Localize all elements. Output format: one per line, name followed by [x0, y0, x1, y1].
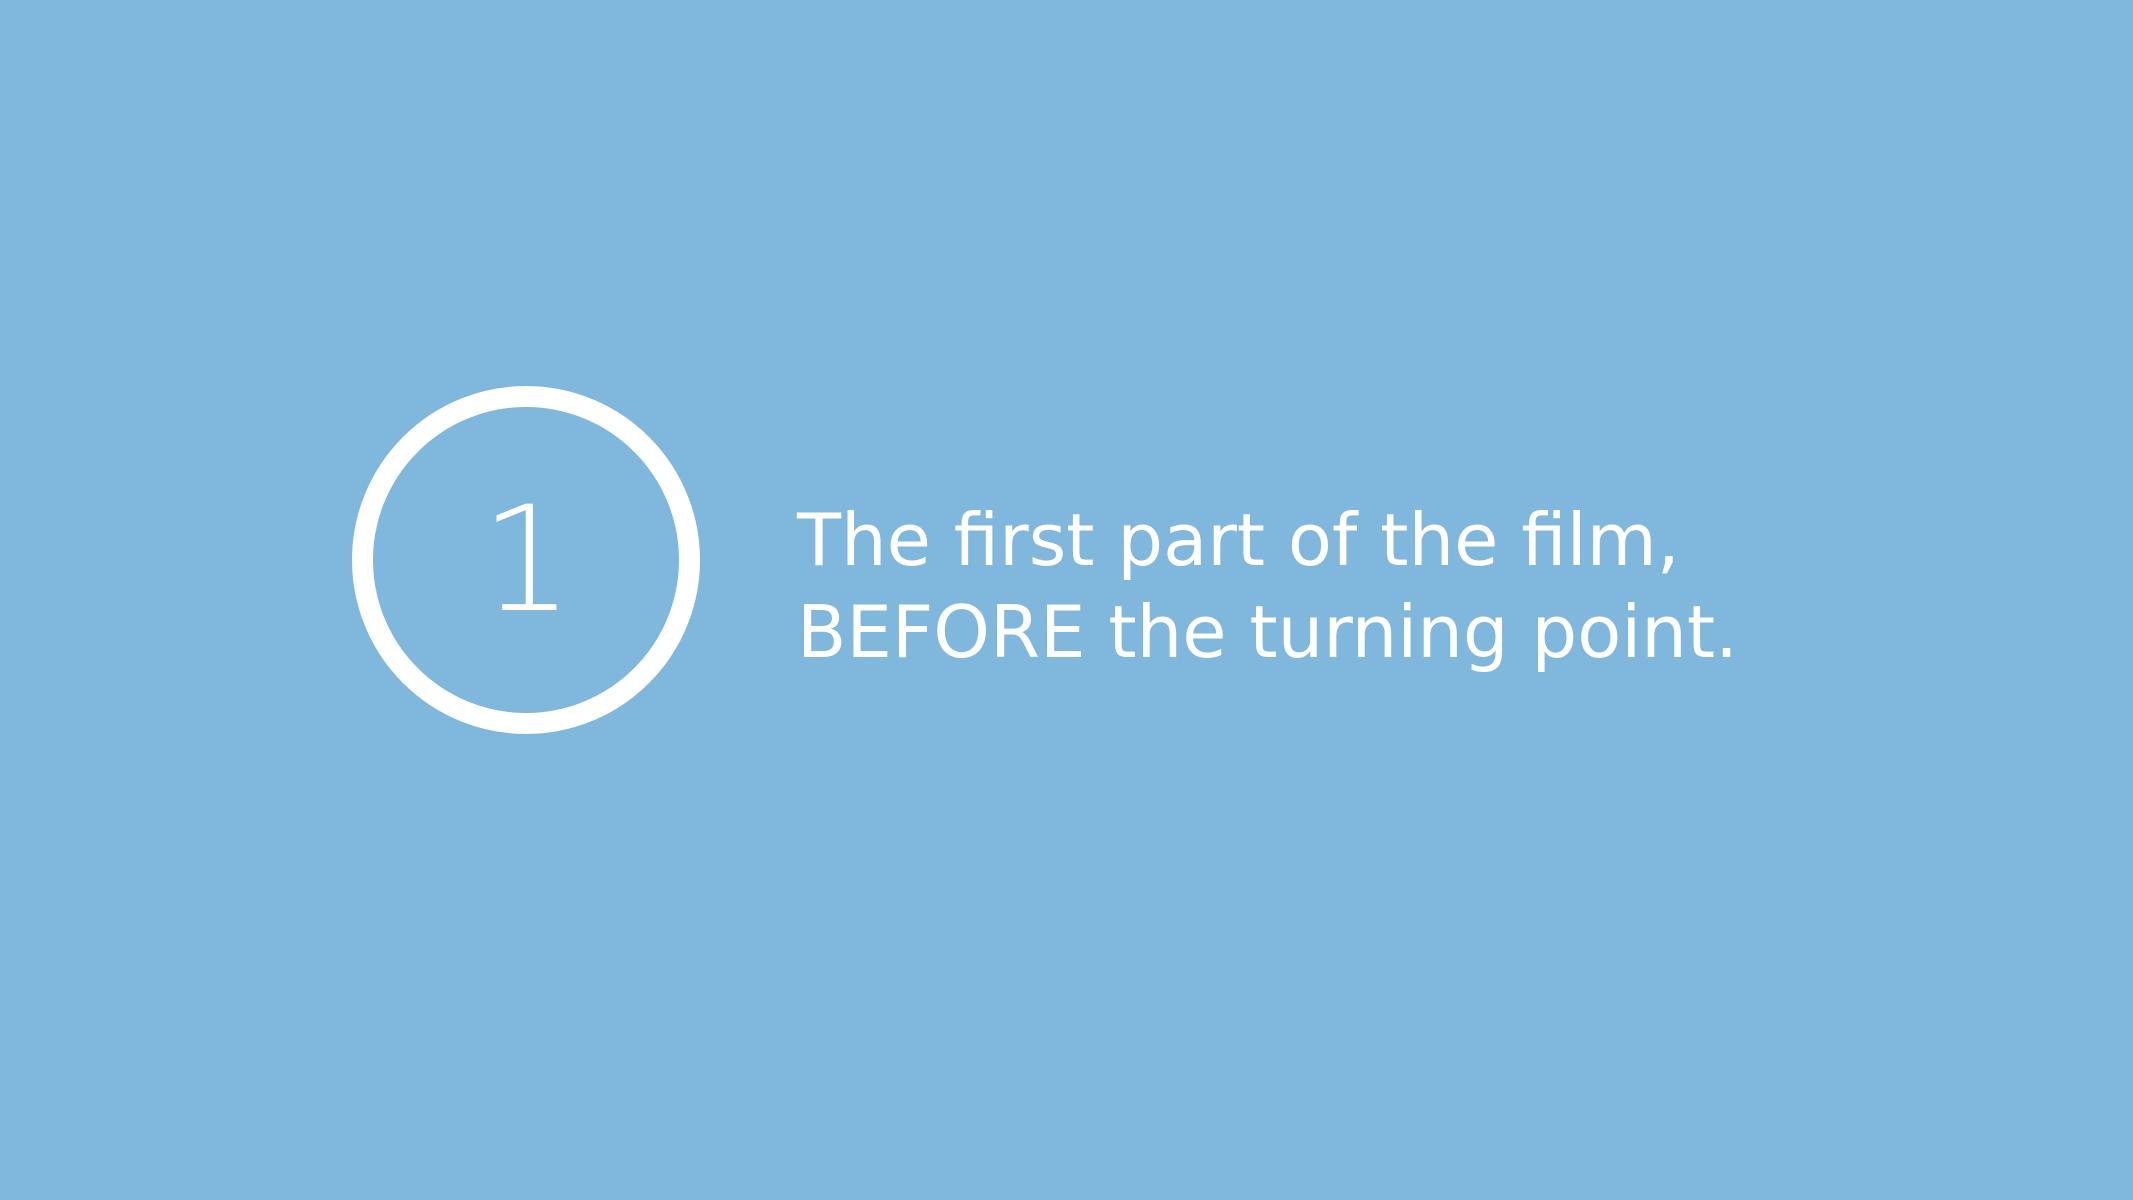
slide: 1 The first part of the film, BEFORE the… — [0, 0, 2133, 1200]
slide-text-line-2: BEFORE the turning point. — [797, 590, 1738, 674]
step-number: 1 — [480, 475, 574, 645]
slide-text: The first part of the film, BEFORE the t… — [797, 494, 1738, 678]
slide-text-line-1: The first part of the film, — [797, 498, 1680, 582]
step-number-circle: 1 — [352, 386, 700, 734]
